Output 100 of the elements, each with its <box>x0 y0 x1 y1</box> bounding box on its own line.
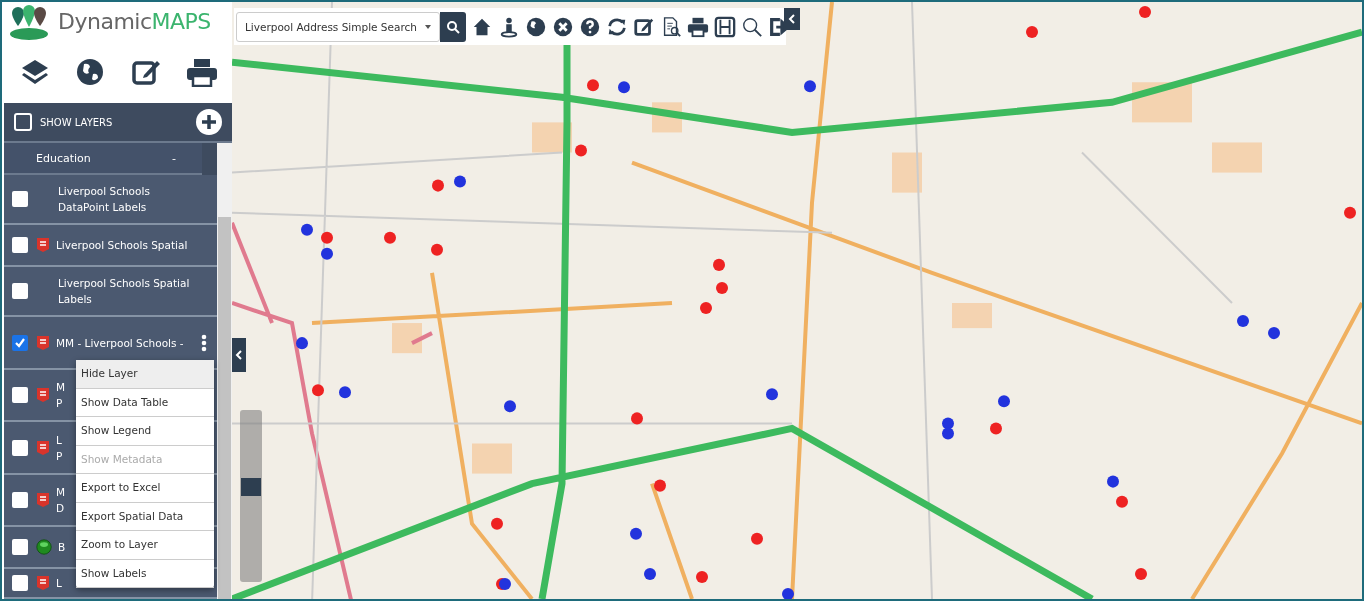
scrollbar[interactable] <box>217 143 232 599</box>
collapse-toolbar-button[interactable] <box>784 8 800 30</box>
layer-name: M P <box>56 380 66 411</box>
group-name: Education <box>36 151 92 165</box>
map-marker[interactable] <box>630 527 642 540</box>
show-layers-checkbox[interactable] <box>14 113 32 131</box>
layer-checkbox[interactable] <box>12 492 28 508</box>
show-layers-label: SHOW LAYERS <box>40 116 114 128</box>
map-marker[interactable] <box>499 577 511 590</box>
layer-name: Liverpool Schools Spatial Labels <box>58 276 190 307</box>
map-marker[interactable] <box>1139 6 1151 19</box>
layer-checkbox[interactable] <box>12 575 28 591</box>
map-marker[interactable] <box>804 80 816 93</box>
layer-name: M D <box>56 485 66 516</box>
map-marker[interactable] <box>431 243 443 256</box>
map-marker[interactable] <box>339 386 351 399</box>
map-marker[interactable] <box>1026 26 1038 39</box>
fit-width-icon[interactable] <box>713 15 736 38</box>
map-marker[interactable] <box>301 223 313 236</box>
zoom-slider-thumb[interactable] <box>241 478 261 497</box>
menu-item[interactable]: Show Data Table <box>76 388 214 417</box>
map-marker[interactable] <box>296 337 308 350</box>
map-marker[interactable] <box>575 144 587 157</box>
layer-checkbox[interactable] <box>12 237 28 253</box>
map-marker[interactable] <box>716 281 728 294</box>
point-symbol-icon <box>36 539 52 555</box>
printer-icon[interactable] <box>686 15 709 38</box>
map-marker[interactable] <box>631 412 643 425</box>
map-marker[interactable] <box>312 384 324 397</box>
chevron-left-icon <box>788 14 796 24</box>
school-pin-icon <box>36 387 50 403</box>
map-marker[interactable] <box>618 81 630 94</box>
map-marker[interactable] <box>644 567 656 580</box>
app-logo-text: DynamicMAPS <box>58 9 211 35</box>
collapse-sidebar-button[interactable] <box>232 338 246 372</box>
refresh-icon[interactable] <box>605 15 628 38</box>
layer-checkbox[interactable] <box>12 191 28 207</box>
printer-icon[interactable] <box>186 57 218 88</box>
map-marker[interactable] <box>998 395 1010 408</box>
layer-checkbox[interactable] <box>12 387 28 403</box>
layer-name: L <box>56 576 62 591</box>
map-marker[interactable] <box>321 231 333 244</box>
map-marker[interactable] <box>1116 495 1128 508</box>
menu-item[interactable]: Export to Excel <box>76 474 214 503</box>
layer-name: Liverpool Schools DataPoint Labels <box>58 184 150 215</box>
more-options-icon[interactable] <box>201 334 207 352</box>
map-marker[interactable] <box>454 175 466 188</box>
menu-item[interactable]: Export Spatial Data <box>76 502 214 531</box>
map-marker[interactable] <box>491 517 503 530</box>
map-marker[interactable] <box>942 417 954 430</box>
search-button[interactable] <box>439 11 466 42</box>
map-marker[interactable] <box>990 422 1002 435</box>
map-marker[interactable] <box>432 179 444 192</box>
collapse-toggle[interactable]: - <box>172 151 176 165</box>
map-marker[interactable] <box>587 79 599 92</box>
globe-icon[interactable] <box>524 15 547 38</box>
school-pin-icon <box>36 575 50 591</box>
layer-checkbox[interactable] <box>12 439 28 456</box>
plus-icon <box>201 114 217 130</box>
zoom-icon[interactable] <box>740 15 763 38</box>
map-marker[interactable] <box>504 400 516 413</box>
map-marker[interactable] <box>384 231 396 244</box>
chevron-left-icon <box>235 350 243 360</box>
search-icon <box>445 19 460 34</box>
layer-checkbox[interactable] <box>12 539 28 555</box>
zoom-slider[interactable] <box>240 410 262 582</box>
layer-name: Liverpool Schools Spatial <box>56 238 188 253</box>
close-circle-icon[interactable] <box>551 15 574 38</box>
map-marker[interactable] <box>713 258 725 271</box>
menu-item[interactable]: Show Legend <box>76 417 214 446</box>
school-pin-icon <box>36 334 50 351</box>
map-marker[interactable] <box>654 479 666 492</box>
map-marker[interactable] <box>782 587 794 599</box>
school-pin-icon <box>36 439 50 456</box>
school-pin-icon <box>36 237 50 253</box>
map-marker[interactable] <box>700 302 712 315</box>
layer-checkbox[interactable] <box>12 334 28 351</box>
help-icon[interactable] <box>578 15 601 38</box>
map-marker[interactable] <box>766 388 778 401</box>
map-marker[interactable] <box>942 427 954 440</box>
globe-icon[interactable] <box>75 57 106 88</box>
map-marker[interactable] <box>1135 567 1147 580</box>
map-marker[interactable] <box>1344 206 1356 219</box>
layer-name: L P <box>56 432 63 464</box>
map-marker[interactable] <box>1268 327 1280 340</box>
map-marker[interactable] <box>1107 475 1119 488</box>
add-layer-button[interactable] <box>196 109 222 135</box>
menu-item[interactable]: Zoom to Layer <box>76 531 214 560</box>
layer-group-header[interactable]: Education - <box>4 143 202 175</box>
menu-item[interactable]: Hide Layer <box>76 360 214 389</box>
map-pins-logo-icon <box>8 2 50 41</box>
school-pin-icon <box>36 492 50 508</box>
layer-name: MM - Liverpool Schools - <box>56 335 184 351</box>
map-marker[interactable] <box>321 247 333 260</box>
layer-checkbox[interactable] <box>12 283 28 299</box>
menu-item[interactable]: Show Labels <box>76 559 214 588</box>
search-source-dropdown[interactable]: Liverpool Address Simple Search <box>236 11 440 42</box>
map-marker[interactable] <box>1237 315 1249 328</box>
map-marker[interactable] <box>751 532 763 545</box>
map-marker[interactable] <box>696 570 708 583</box>
